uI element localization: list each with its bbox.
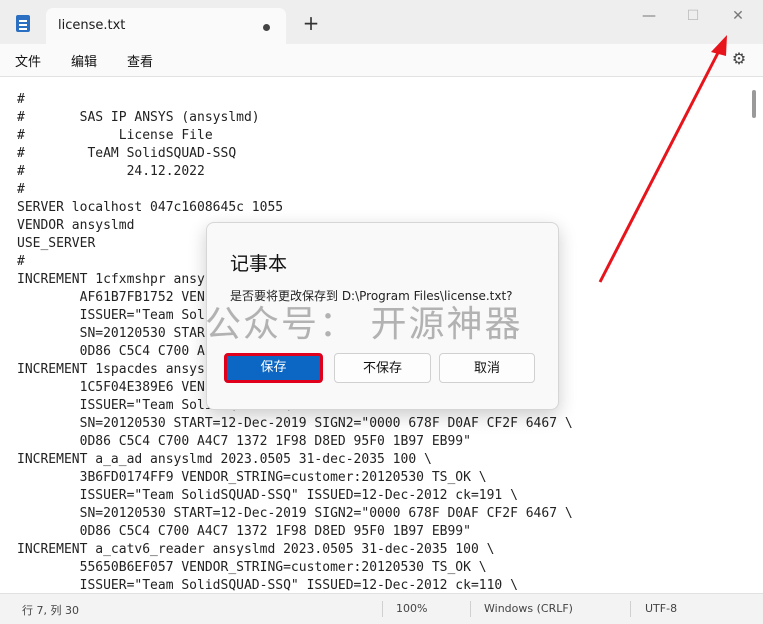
arrow-head bbox=[711, 35, 727, 56]
red-arrow-annotation bbox=[598, 35, 727, 283]
arrow-line bbox=[598, 44, 724, 283]
